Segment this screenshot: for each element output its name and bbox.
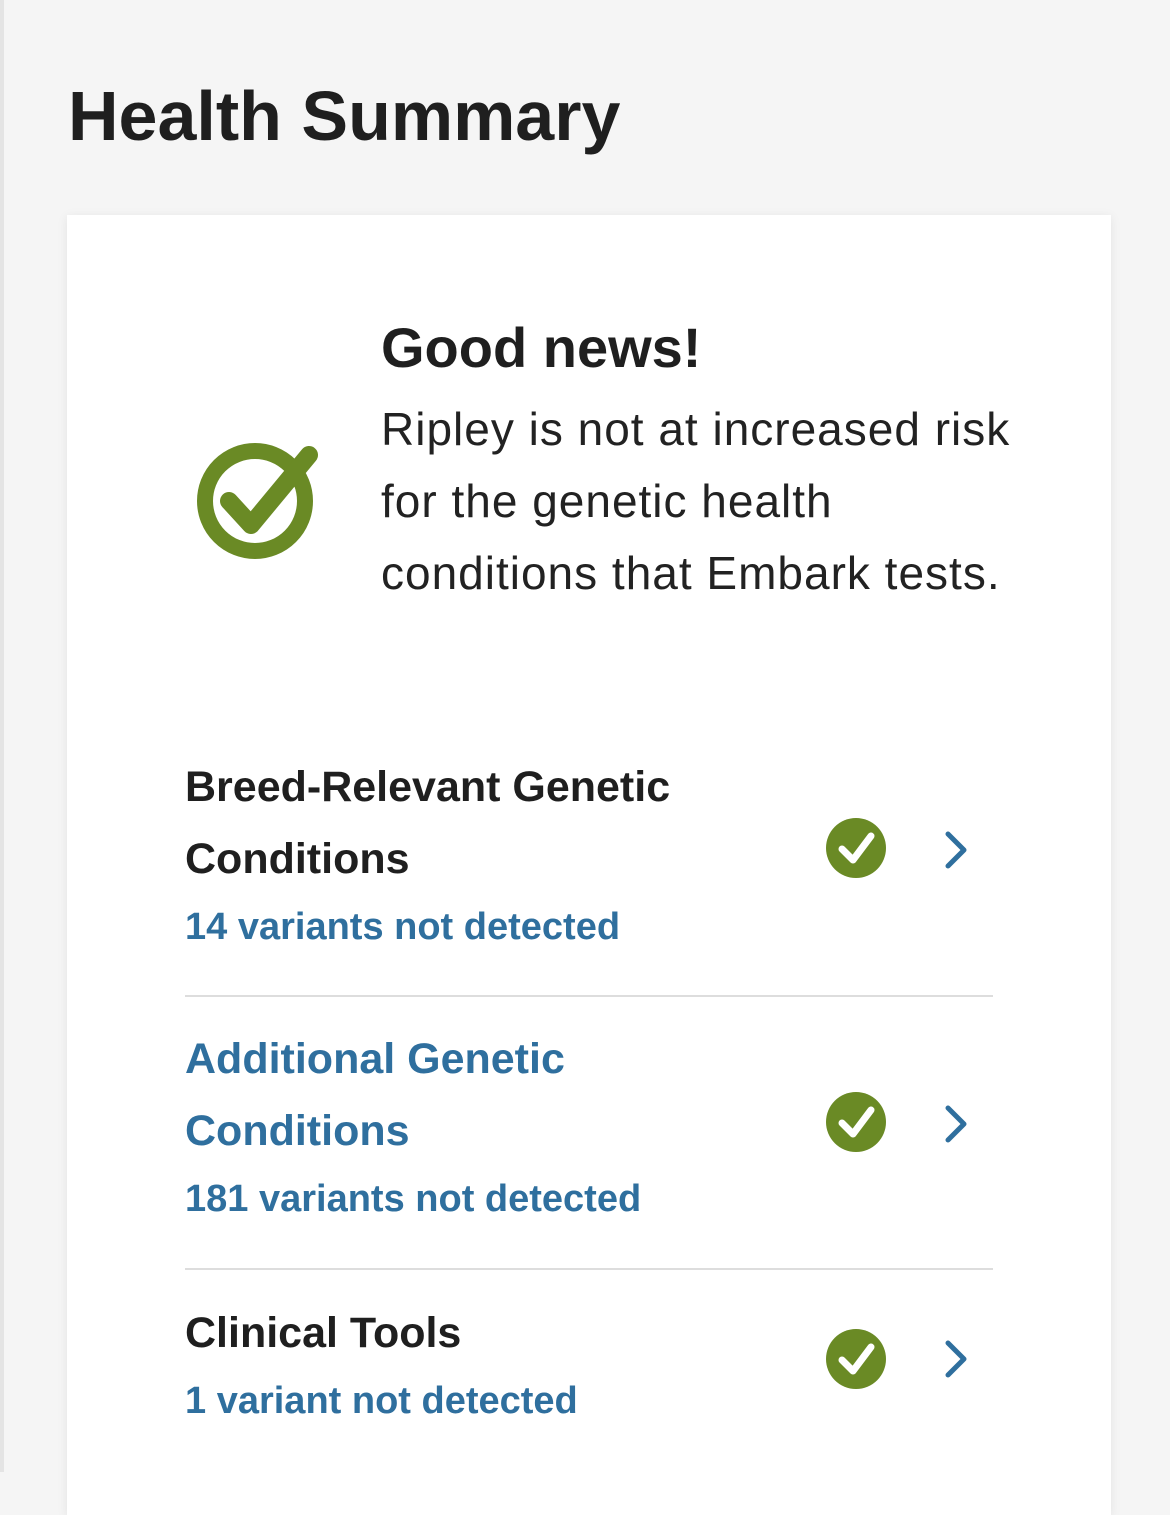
- additional-conditions-row[interactable]: Additional Genetic Conditions 181 varian…: [185, 1023, 993, 1233]
- row-subtitle[interactable]: 14 variants not detected: [185, 897, 993, 957]
- check-circle-icon: [826, 1329, 886, 1389]
- good-news-body: Ripley is not at increased risk for the …: [381, 403, 1011, 599]
- row-subtitle[interactable]: 181 variants not detected: [185, 1169, 993, 1229]
- good-news-message: Good news! Ripley is not at increased ri…: [381, 315, 1021, 609]
- check-circle-icon: [826, 1092, 886, 1152]
- row-title-link[interactable]: Additional Genetic Conditions: [185, 1023, 785, 1167]
- row-title: Clinical Tools: [185, 1309, 462, 1357]
- chevron-right-icon[interactable]: [941, 1103, 971, 1145]
- clinical-tools-row[interactable]: Clinical Tools 1 variant not detected: [185, 1297, 993, 1437]
- good-news-heading: Good news!: [381, 316, 702, 379]
- chevron-right-icon[interactable]: [941, 829, 971, 871]
- divider: [185, 995, 993, 997]
- check-circle-icon: [197, 443, 318, 559]
- breed-relevant-conditions-row[interactable]: Breed-Relevant Genetic Conditions 14 var…: [185, 751, 993, 961]
- health-summary-card: Good news! Ripley is not at increased ri…: [67, 215, 1111, 1515]
- check-circle-icon: [826, 818, 886, 878]
- row-title: Breed-Relevant Genetic Conditions: [185, 763, 671, 883]
- divider: [185, 1268, 993, 1270]
- chevron-right-icon[interactable]: [941, 1338, 971, 1380]
- page-title: Health Summary: [68, 77, 621, 155]
